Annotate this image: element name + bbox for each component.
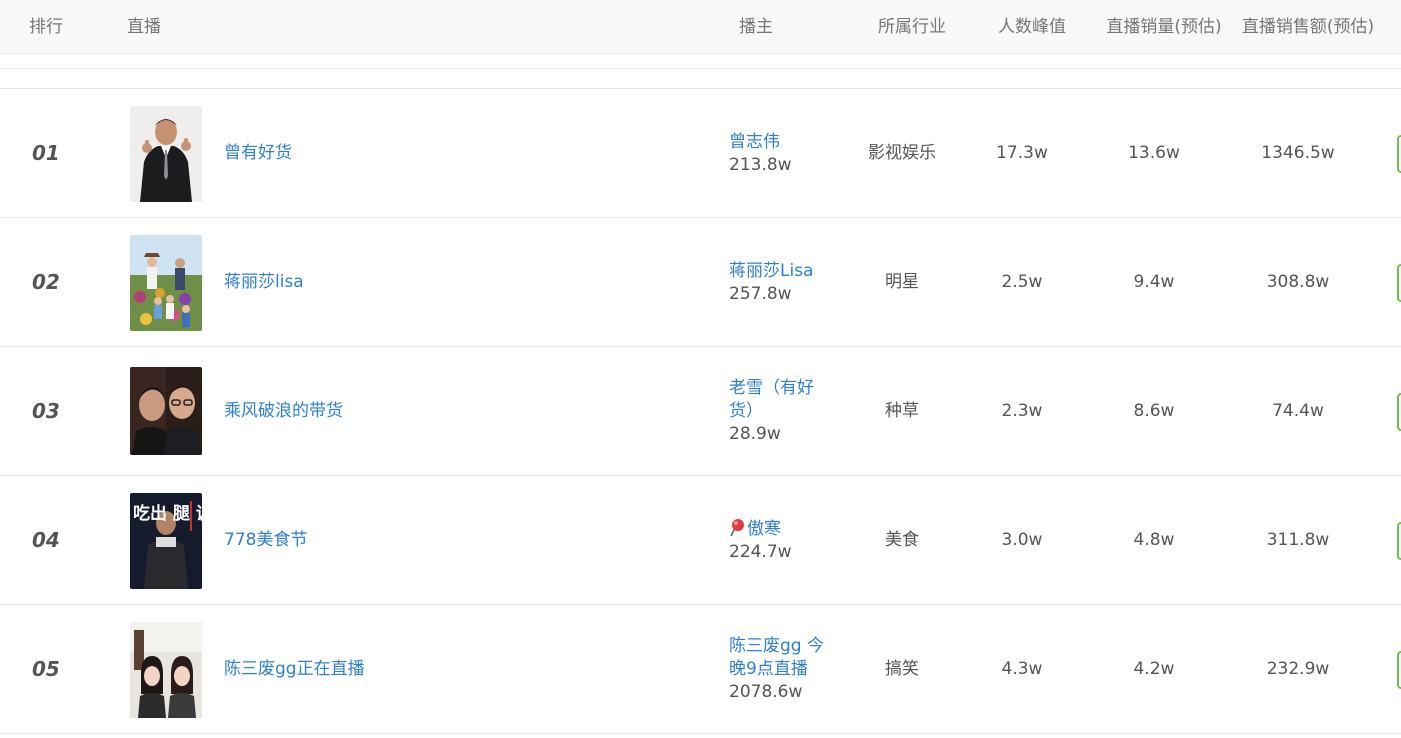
- table-header: 排行 直播 播主 所属行业 人数峰值 直播销量(预估) 直播销售额(预估): [0, 0, 1401, 54]
- header-rank: 排行: [29, 17, 63, 37]
- live-thumbnail[interactable]: 吃出 腿 调: [130, 493, 202, 589]
- live-title-link[interactable]: 陈三废gg正在直播: [224, 605, 365, 734]
- live-thumbnail[interactable]: [130, 235, 202, 331]
- sales-value: 9.4w: [1133, 272, 1175, 292]
- streamer-followers: 257.8w: [729, 283, 792, 304]
- rank-number: 04: [32, 528, 60, 552]
- streamer-followers: 224.7w: [729, 541, 792, 562]
- table-row[interactable]: 01 曾有好货 曾志伟 213.8w 影视娱乐 17.3w 13.6w 1346…: [0, 89, 1401, 218]
- peak-viewers-value: 2.5w: [1001, 272, 1043, 292]
- header-live: 直播: [127, 17, 161, 37]
- revenue-value: 232.9w: [1266, 659, 1330, 679]
- live-title-link[interactable]: 曾有好货: [224, 89, 292, 218]
- live-title-link[interactable]: 778美食节: [224, 476, 307, 605]
- streamer-name[interactable]: 傲寒: [747, 518, 781, 541]
- table-row[interactable]: 05 陈三废gg正在直播 陈三废gg 今晚9点直播 2078.6w 搞笑 4.3…: [0, 605, 1401, 734]
- live-thumbnail[interactable]: [130, 106, 202, 202]
- header-streamer: 播主: [739, 17, 773, 37]
- live-thumbnail[interactable]: [130, 622, 202, 718]
- streamer-name-link[interactable]: 陈三废gg 今晚9点直播: [729, 635, 839, 681]
- streamer-cell: 老雪（有好货） 28.9w: [729, 347, 839, 476]
- streamer-name-link[interactable]: 傲寒: [729, 518, 839, 541]
- revenue-value: 1346.5w: [1261, 143, 1335, 163]
- streamer-followers: 213.8w: [729, 154, 792, 175]
- detail-button[interactable]: [1397, 651, 1401, 689]
- detail-button[interactable]: [1397, 264, 1401, 302]
- detail-button[interactable]: [1397, 393, 1401, 431]
- industry-value: 种草: [885, 401, 919, 421]
- revenue-value: 308.8w: [1266, 272, 1330, 292]
- rank-number: 05: [32, 657, 60, 681]
- industry-value: 明星: [885, 272, 919, 292]
- header-revenue: 直播销售额(预估): [1241, 17, 1375, 37]
- header-peak-viewers: 人数峰值: [998, 17, 1066, 37]
- industry-value: 美食: [885, 530, 919, 550]
- revenue-value: 311.8w: [1266, 530, 1330, 550]
- sales-value: 13.6w: [1128, 143, 1180, 163]
- rank-number: 02: [32, 270, 60, 294]
- industry-value: 影视娱乐: [868, 143, 936, 163]
- live-title-link[interactable]: 蒋丽莎lisa: [224, 218, 304, 347]
- peak-viewers-value: 17.3w: [996, 143, 1048, 163]
- peak-viewers-value: 4.3w: [1001, 659, 1043, 679]
- detail-button[interactable]: [1397, 135, 1401, 173]
- live-title-link[interactable]: 乘风破浪的带货: [224, 347, 343, 476]
- rank-number: 01: [32, 141, 60, 165]
- streamer-followers: 2078.6w: [729, 682, 803, 702]
- streamer-followers: 28.9w: [729, 424, 781, 444]
- industry-value: 搞笑: [885, 659, 919, 679]
- header-industry: 所属行业: [878, 17, 946, 37]
- header-sales: 直播销量(预估): [1106, 17, 1222, 37]
- revenue-value: 74.4w: [1272, 401, 1324, 421]
- sales-value: 4.2w: [1133, 659, 1175, 679]
- divider: [0, 68, 1401, 69]
- peak-viewers-value: 3.0w: [1001, 530, 1043, 550]
- streamer-cell: 傲寒 224.7w: [729, 476, 839, 605]
- rank-number: 03: [32, 399, 60, 423]
- streamer-name-link[interactable]: 曾志伟: [729, 131, 839, 154]
- table-row[interactable]: 03 乘风破浪的带货 老雪（有好货） 28.9w 种草 2.3w 8.6w 74…: [0, 347, 1401, 476]
- streamer-name-link[interactable]: 蒋丽莎Lisa: [729, 260, 839, 283]
- streamer-name[interactable]: 曾志伟: [729, 131, 780, 154]
- table-row[interactable]: 04 吃出 腿 调 778美食节 傲寒 224.7w: [0, 476, 1401, 605]
- streamer-name-link[interactable]: 老雪（有好货）: [729, 377, 839, 423]
- streamer-name[interactable]: 老雪（有好货）: [729, 377, 839, 423]
- streamer-cell: 蒋丽莎Lisa 257.8w: [729, 218, 839, 347]
- table-row[interactable]: 02 蒋丽莎lisa 蒋丽莎Lisa 257.8w 明星 2.5w 9.4w 3…: [0, 218, 1401, 347]
- streamer-name[interactable]: 蒋丽莎Lisa: [729, 260, 813, 283]
- streamer-cell: 曾志伟 213.8w: [729, 89, 839, 218]
- sales-value: 4.8w: [1133, 530, 1175, 550]
- sales-value: 8.6w: [1133, 401, 1175, 421]
- live-thumbnail[interactable]: [130, 367, 202, 455]
- streamer-cell: 陈三废gg 今晚9点直播 2078.6w: [729, 605, 839, 734]
- peak-viewers-value: 2.3w: [1001, 401, 1043, 421]
- streamer-name[interactable]: 陈三废gg 今晚9点直播: [729, 635, 839, 681]
- detail-button[interactable]: [1397, 522, 1401, 560]
- pushpin-icon: [729, 518, 745, 538]
